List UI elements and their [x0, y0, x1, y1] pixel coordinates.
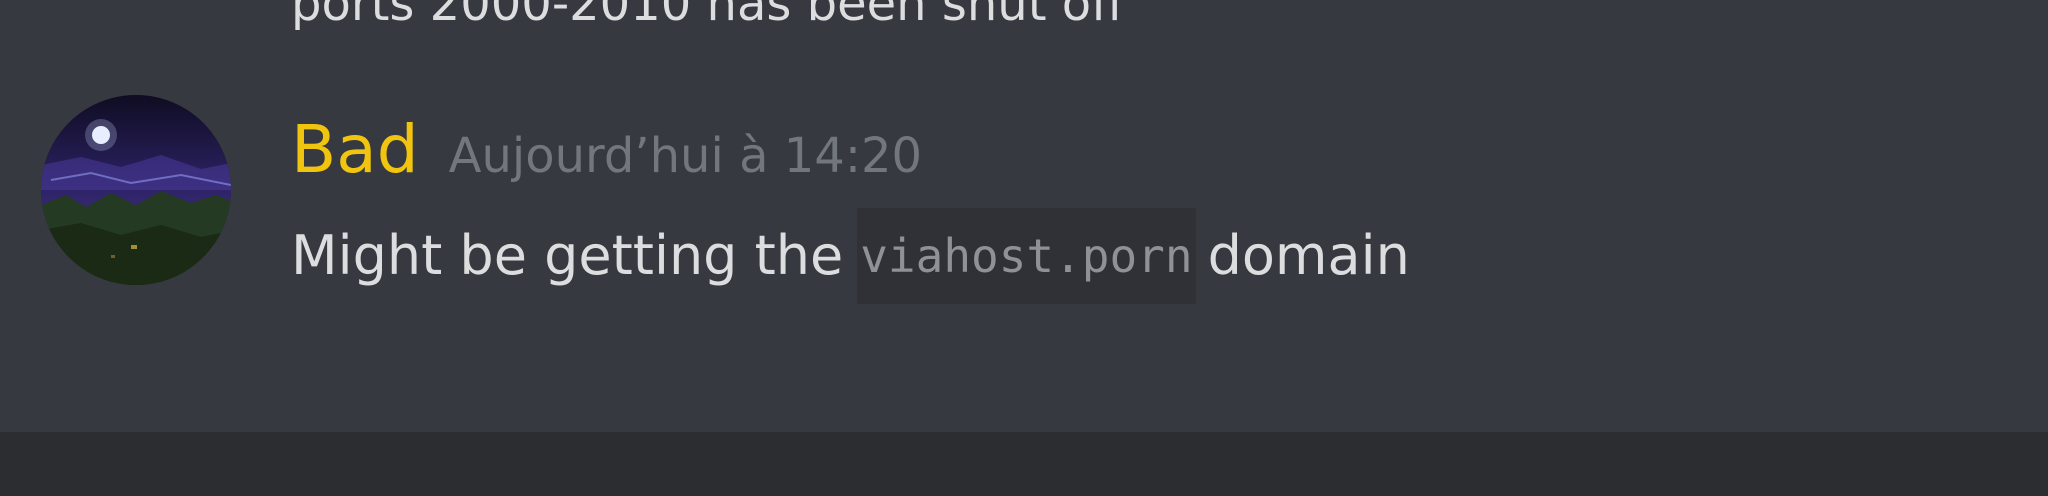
username[interactable]: Bad: [291, 111, 419, 188]
previous-message-text: ports 2000-2010 has been shut off: [291, 0, 1125, 32]
night-sky-avatar-icon: [41, 95, 231, 285]
message-header: Bad Aujourd’hui à 14:20: [291, 110, 922, 196]
chat-message: Bad Aujourd’hui à 14:20 Might be getting …: [0, 90, 2048, 304]
message-content: Might be getting the viahost.porn domain: [291, 208, 1410, 304]
message-timestamp: Aujourd’hui à 14:20: [448, 128, 923, 184]
bottom-bar: [0, 432, 2048, 496]
inline-code: viahost.porn: [857, 208, 1196, 304]
chat-messages-area: ports 2000-2010 has been shut off Bad Au…: [0, 0, 2048, 432]
user-avatar[interactable]: [41, 95, 231, 285]
message-text-after: domain: [1207, 224, 1410, 287]
message-text-before: Might be getting the: [291, 224, 844, 287]
